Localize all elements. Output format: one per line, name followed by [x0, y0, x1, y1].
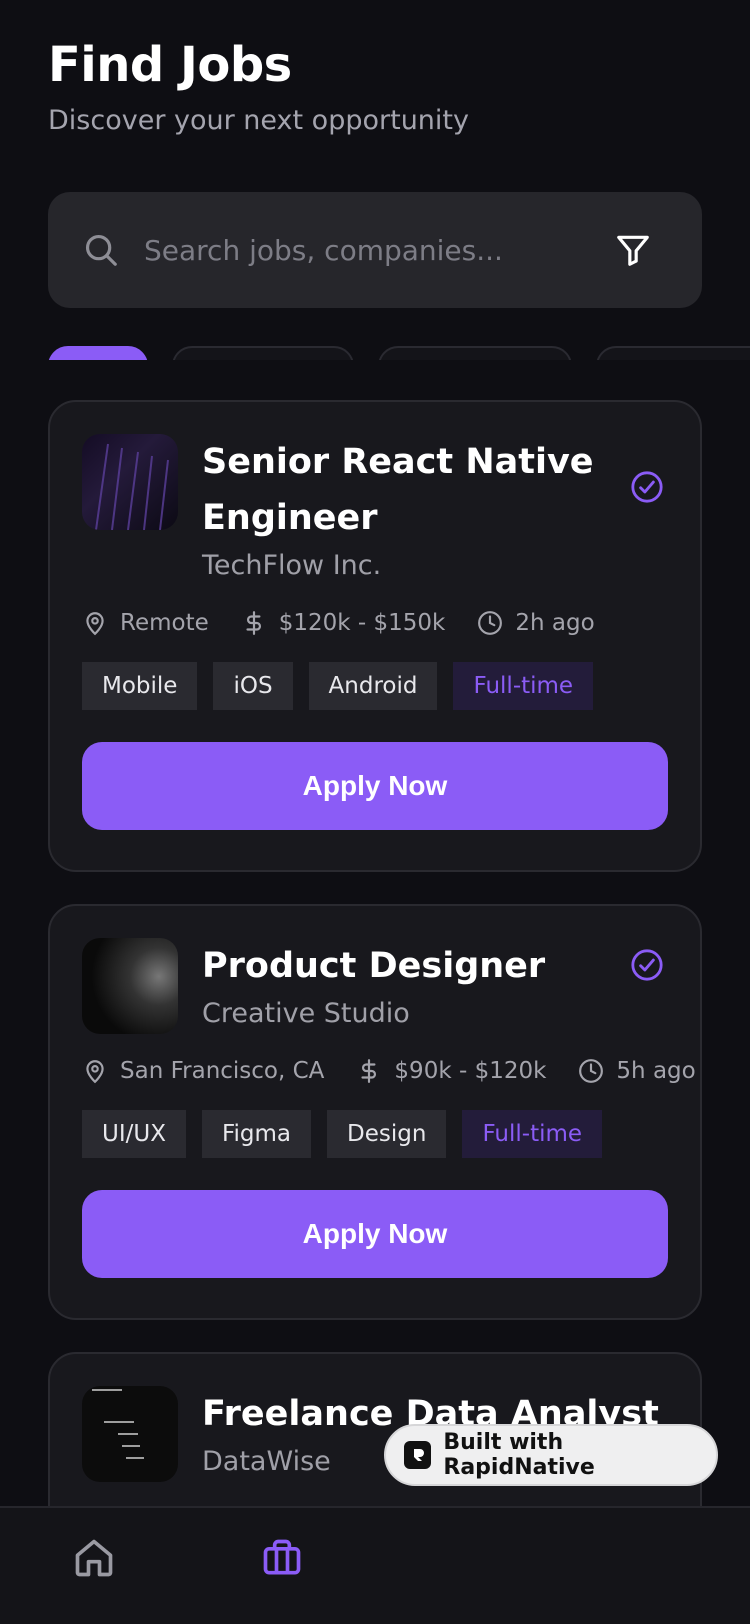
apply-now-button[interactable]: Apply Now: [82, 742, 668, 830]
category-chips: [0, 346, 750, 360]
job-title: Product Designer: [202, 946, 546, 986]
tag: Mobile: [82, 662, 198, 710]
chip[interactable]: [378, 346, 572, 360]
company-name: Creative Studio: [202, 998, 410, 1029]
job-location: San Francisco, CA: [120, 1058, 325, 1084]
company-logo: [82, 938, 178, 1034]
header: Find Jobs Discover your next opportunity: [48, 36, 469, 138]
job-type-tag: Full-time: [453, 662, 594, 710]
job-meta: Remote $120k - $150k 2h ago: [82, 610, 668, 636]
job-location: Remote: [120, 610, 209, 636]
apply-now-button[interactable]: Apply Now: [82, 1190, 668, 1278]
tag: Figma: [201, 1110, 312, 1158]
job-type-tag: Full-time: [462, 1110, 603, 1158]
company-name: TechFlow Inc.: [202, 550, 382, 581]
chip[interactable]: [172, 346, 354, 360]
job-card[interactable]: Product Designer Creative Studio San Fra…: [48, 904, 702, 1320]
job-posted: 5h ago: [616, 1058, 696, 1084]
job-search-screen: Find Jobs Discover your next opportunity…: [0, 0, 750, 1624]
job-salary: $120k - $150k: [278, 610, 446, 636]
company-logo: [82, 1386, 178, 1482]
job-title: Senior React Native Engineer: [202, 442, 594, 538]
tag: iOS: [213, 662, 293, 710]
dollar-icon: [361, 1059, 377, 1083]
tag: UI/UX: [82, 1110, 186, 1158]
job-tags: UI/UX Figma Design Full-time: [82, 1110, 668, 1158]
search-bar[interactable]: Search jobs, companies...: [48, 192, 702, 308]
built-with-badge[interactable]: Built with RapidNative: [384, 1424, 718, 1486]
verified-icon: [631, 471, 663, 503]
page-title: Find Jobs: [48, 37, 292, 93]
job-salary: $90k - $120k: [394, 1058, 547, 1084]
filter-icon[interactable]: [614, 231, 652, 269]
tag: Android: [308, 662, 438, 710]
job-tags: Mobile iOS Android Full-time: [82, 662, 668, 710]
search-icon: [85, 234, 117, 266]
page-subtitle: Discover your next opportunity: [48, 105, 469, 136]
dollar-icon: [246, 611, 261, 635]
verified-icon: [631, 949, 663, 981]
bottom-tab-bar: [0, 1506, 750, 1624]
clock-icon: [579, 1059, 604, 1083]
rapidnative-logo-icon: [404, 1441, 432, 1469]
chip[interactable]: [596, 346, 750, 360]
company-logo: [82, 434, 178, 530]
job-meta: San Francisco, CA $90k - $120k 5h ago: [82, 1058, 696, 1084]
job-posted: 2h ago: [515, 610, 595, 636]
job-card[interactable]: Senior React Native Engineer TechFlow In…: [48, 400, 702, 872]
tag: Design: [327, 1110, 447, 1158]
location-icon: [86, 612, 104, 636]
badge-label: Built with RapidNative: [443, 1430, 595, 1480]
clock-icon: [478, 611, 503, 635]
search-input[interactable]: Search jobs, companies...: [144, 234, 614, 267]
home-icon[interactable]: [72, 1536, 116, 1580]
chip-active[interactable]: [48, 346, 148, 360]
location-icon: [86, 1060, 104, 1084]
briefcase-icon[interactable]: [260, 1536, 304, 1580]
